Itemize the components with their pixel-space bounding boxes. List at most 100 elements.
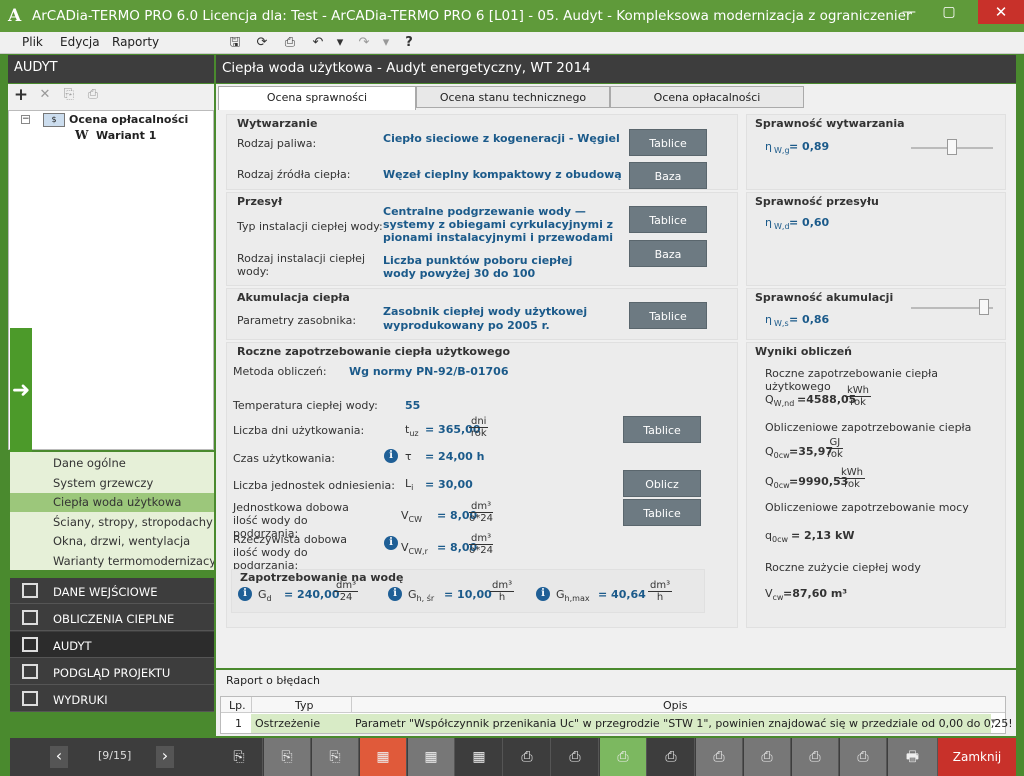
nav-podglad[interactable]: PODGLĄD PROJEKTU bbox=[10, 659, 214, 685]
subnav-okna[interactable]: Okna, drzwi, wentylacja bbox=[10, 532, 214, 551]
paste-icon[interactable]: ⎙ bbox=[84, 87, 102, 103]
r4-symbol: Vcw bbox=[765, 587, 783, 602]
nav-obliczenia[interactable]: OBLICZENIA CIEPLNE bbox=[10, 605, 214, 631]
undo-dropdown-icon[interactable]: ▾ bbox=[331, 35, 349, 51]
preview-icon[interactable]: ⎙ bbox=[281, 35, 299, 51]
close-window-button[interactable]: ✕ bbox=[978, 0, 1024, 24]
tree-item-ocena[interactable]: Ocena opłacalności bbox=[69, 113, 188, 126]
next-page-button[interactable]: › bbox=[156, 746, 174, 768]
close-button[interactable]: Zamknij bbox=[938, 738, 1016, 776]
prev-page-button[interactable]: ‹ bbox=[50, 746, 68, 768]
tab-ocena-stanu[interactable]: Ocena stanu technicznego bbox=[416, 86, 610, 108]
help-icon[interactable]: ? bbox=[400, 35, 418, 51]
unit-daily-symbol: VCW bbox=[401, 509, 422, 524]
nav-dane-wejsciowe[interactable]: DANE WEJŚCIOWE bbox=[10, 578, 214, 604]
audit-preview-icon[interactable]: ⎙ bbox=[648, 738, 695, 776]
header-typ: Typ bbox=[295, 699, 314, 712]
copy-icon[interactable]: ⎘ bbox=[60, 87, 78, 103]
tab-ocena-sprawnosci[interactable]: Ocena sprawności bbox=[218, 86, 416, 110]
source-base-button[interactable]: Baza bbox=[629, 162, 707, 189]
refresh-icon[interactable]: ⟳ bbox=[253, 35, 271, 51]
subnav-sciany[interactable]: Ściany, stropy, stropodachy bbox=[10, 513, 214, 532]
eff-storage-slider[interactable] bbox=[911, 299, 993, 315]
gh-symbol: Gh, śr bbox=[408, 588, 434, 603]
nav-wydruki[interactable]: WYDRUKI bbox=[10, 686, 214, 712]
section-title: Akumulacja ciepła bbox=[237, 291, 350, 304]
r1-symbol: QW,nd bbox=[765, 393, 794, 408]
units-symbol: Li bbox=[405, 477, 413, 492]
fuel-tables-button[interactable]: Tablice bbox=[629, 129, 707, 156]
audit-preview-icon[interactable]: ⎙ bbox=[840, 738, 887, 776]
collapse-icon[interactable]: − bbox=[21, 115, 30, 124]
left-panel-header: AUDYT bbox=[8, 55, 214, 83]
menu-plik[interactable]: Plik bbox=[22, 35, 43, 49]
info-icon[interactable]: i bbox=[384, 536, 398, 550]
delete-icon[interactable]: ✕ bbox=[36, 87, 54, 103]
subscript: i bbox=[411, 483, 414, 493]
przesyl-panel: Przesył Typ instalacji ciepłej wody: Cen… bbox=[226, 192, 738, 286]
units-value: = 30,00 bbox=[425, 478, 473, 491]
info-icon[interactable]: i bbox=[536, 587, 550, 601]
save-icon[interactable]: 🖫 bbox=[226, 35, 244, 51]
menu-raporty[interactable]: Raporty bbox=[112, 35, 159, 49]
eff-production-slider[interactable] bbox=[911, 139, 993, 155]
unit-daily-tables-button[interactable]: Tablice bbox=[623, 499, 701, 526]
redo-icon[interactable]: ↷ bbox=[355, 35, 373, 51]
tab-ocena-oplacalnosci[interactable]: Ocena opłacalności bbox=[610, 86, 804, 108]
table-report-icon[interactable]: ▦ bbox=[456, 738, 503, 776]
subnav-ciepla-woda[interactable]: Ciepła woda użytkowa bbox=[10, 493, 214, 512]
days-tables-button[interactable]: Tablice bbox=[623, 416, 701, 443]
audit-preview-icon[interactable]: ⎙ bbox=[504, 738, 551, 776]
tank-tables-button[interactable]: Tablice bbox=[629, 302, 707, 329]
subscript: CW bbox=[408, 515, 423, 525]
nav-label: AUDYT bbox=[53, 639, 92, 653]
scroll-down-icon[interactable]: ▾ bbox=[991, 717, 996, 727]
report-icon[interactable]: ⎘ bbox=[264, 738, 311, 776]
info-icon[interactable]: i bbox=[238, 587, 252, 601]
gmax-value: = 40,64 bbox=[598, 588, 646, 601]
printer-icon[interactable]: 🖶 bbox=[888, 738, 938, 776]
tank-params-label: Parametry zasobnika: bbox=[237, 314, 357, 327]
page-title: Ciepła woda użytkowa - Audyt energetyczn… bbox=[216, 55, 1016, 83]
eff-storage-panel: Sprawność akumulacji η W,s = 0,86 bbox=[746, 288, 1006, 340]
maximize-button[interactable]: ▢ bbox=[934, 0, 964, 24]
subscript: cw bbox=[772, 593, 784, 603]
report-icon[interactable]: ⎘ bbox=[312, 738, 359, 776]
redo-dropdown-icon[interactable]: ▾ bbox=[377, 35, 395, 51]
result-label: Roczne zapotrzebowanie ciepła użytkowego bbox=[765, 367, 939, 393]
subnav-system-grzewczy[interactable]: System grzewczy bbox=[10, 474, 214, 493]
install-tables-button[interactable]: Tablice bbox=[629, 206, 707, 233]
table-report-icon[interactable]: ▦ bbox=[360, 738, 407, 776]
audit-preview-icon[interactable]: ⎙ bbox=[696, 738, 743, 776]
table-row[interactable]: 1 Ostrzeżenie Parametr "Współczynnik prz… bbox=[235, 714, 1013, 733]
slider-knob[interactable] bbox=[947, 139, 957, 155]
install-base-button[interactable]: Baza bbox=[629, 240, 707, 267]
audit-preview-icon[interactable]: ⎙ bbox=[552, 738, 599, 776]
subnav-warianty[interactable]: Warianty termomodernizacyjne bbox=[10, 552, 214, 571]
symbol: Q bbox=[765, 393, 774, 406]
add-icon[interactable]: + bbox=[12, 87, 30, 104]
units-calculate-button[interactable]: Oblicz bbox=[623, 470, 701, 497]
eff-transmission-value: = 0,60 bbox=[789, 216, 830, 229]
expand-arrow-icon[interactable]: ➜ bbox=[10, 328, 32, 452]
fuel-value: Ciepło sieciowe z kogeneracji - Węgiel bbox=[383, 132, 620, 145]
subnav-dane-ogolne[interactable]: Dane ogólne bbox=[10, 454, 214, 473]
unit-num: dm³ bbox=[469, 501, 494, 513]
minimize-button[interactable]: — bbox=[894, 0, 924, 24]
table-report-icon[interactable]: ▦ bbox=[408, 738, 455, 776]
audit-preview-icon[interactable]: ⎙ bbox=[744, 738, 791, 776]
slider-knob[interactable] bbox=[979, 299, 990, 315]
subscript: h, śr bbox=[416, 594, 435, 604]
report-edit-icon[interactable]: ⎘ bbox=[216, 738, 263, 776]
menu-edycja[interactable]: Edycja bbox=[60, 35, 100, 49]
tree-item-wariant[interactable]: Wariant 1 bbox=[96, 129, 156, 142]
nav-audyt[interactable]: AUDYT bbox=[10, 632, 214, 658]
info-icon[interactable]: i bbox=[384, 449, 398, 463]
undo-icon[interactable]: ↶ bbox=[309, 35, 327, 51]
cell-lp: 1 bbox=[235, 717, 242, 730]
audit-preview-icon[interactable]: ⎙ bbox=[792, 738, 839, 776]
audit-preview-icon[interactable]: ⎙ bbox=[600, 738, 647, 776]
symbol: V bbox=[401, 541, 409, 554]
nav-label: WYDRUKI bbox=[53, 693, 108, 707]
info-icon[interactable]: i bbox=[388, 587, 402, 601]
